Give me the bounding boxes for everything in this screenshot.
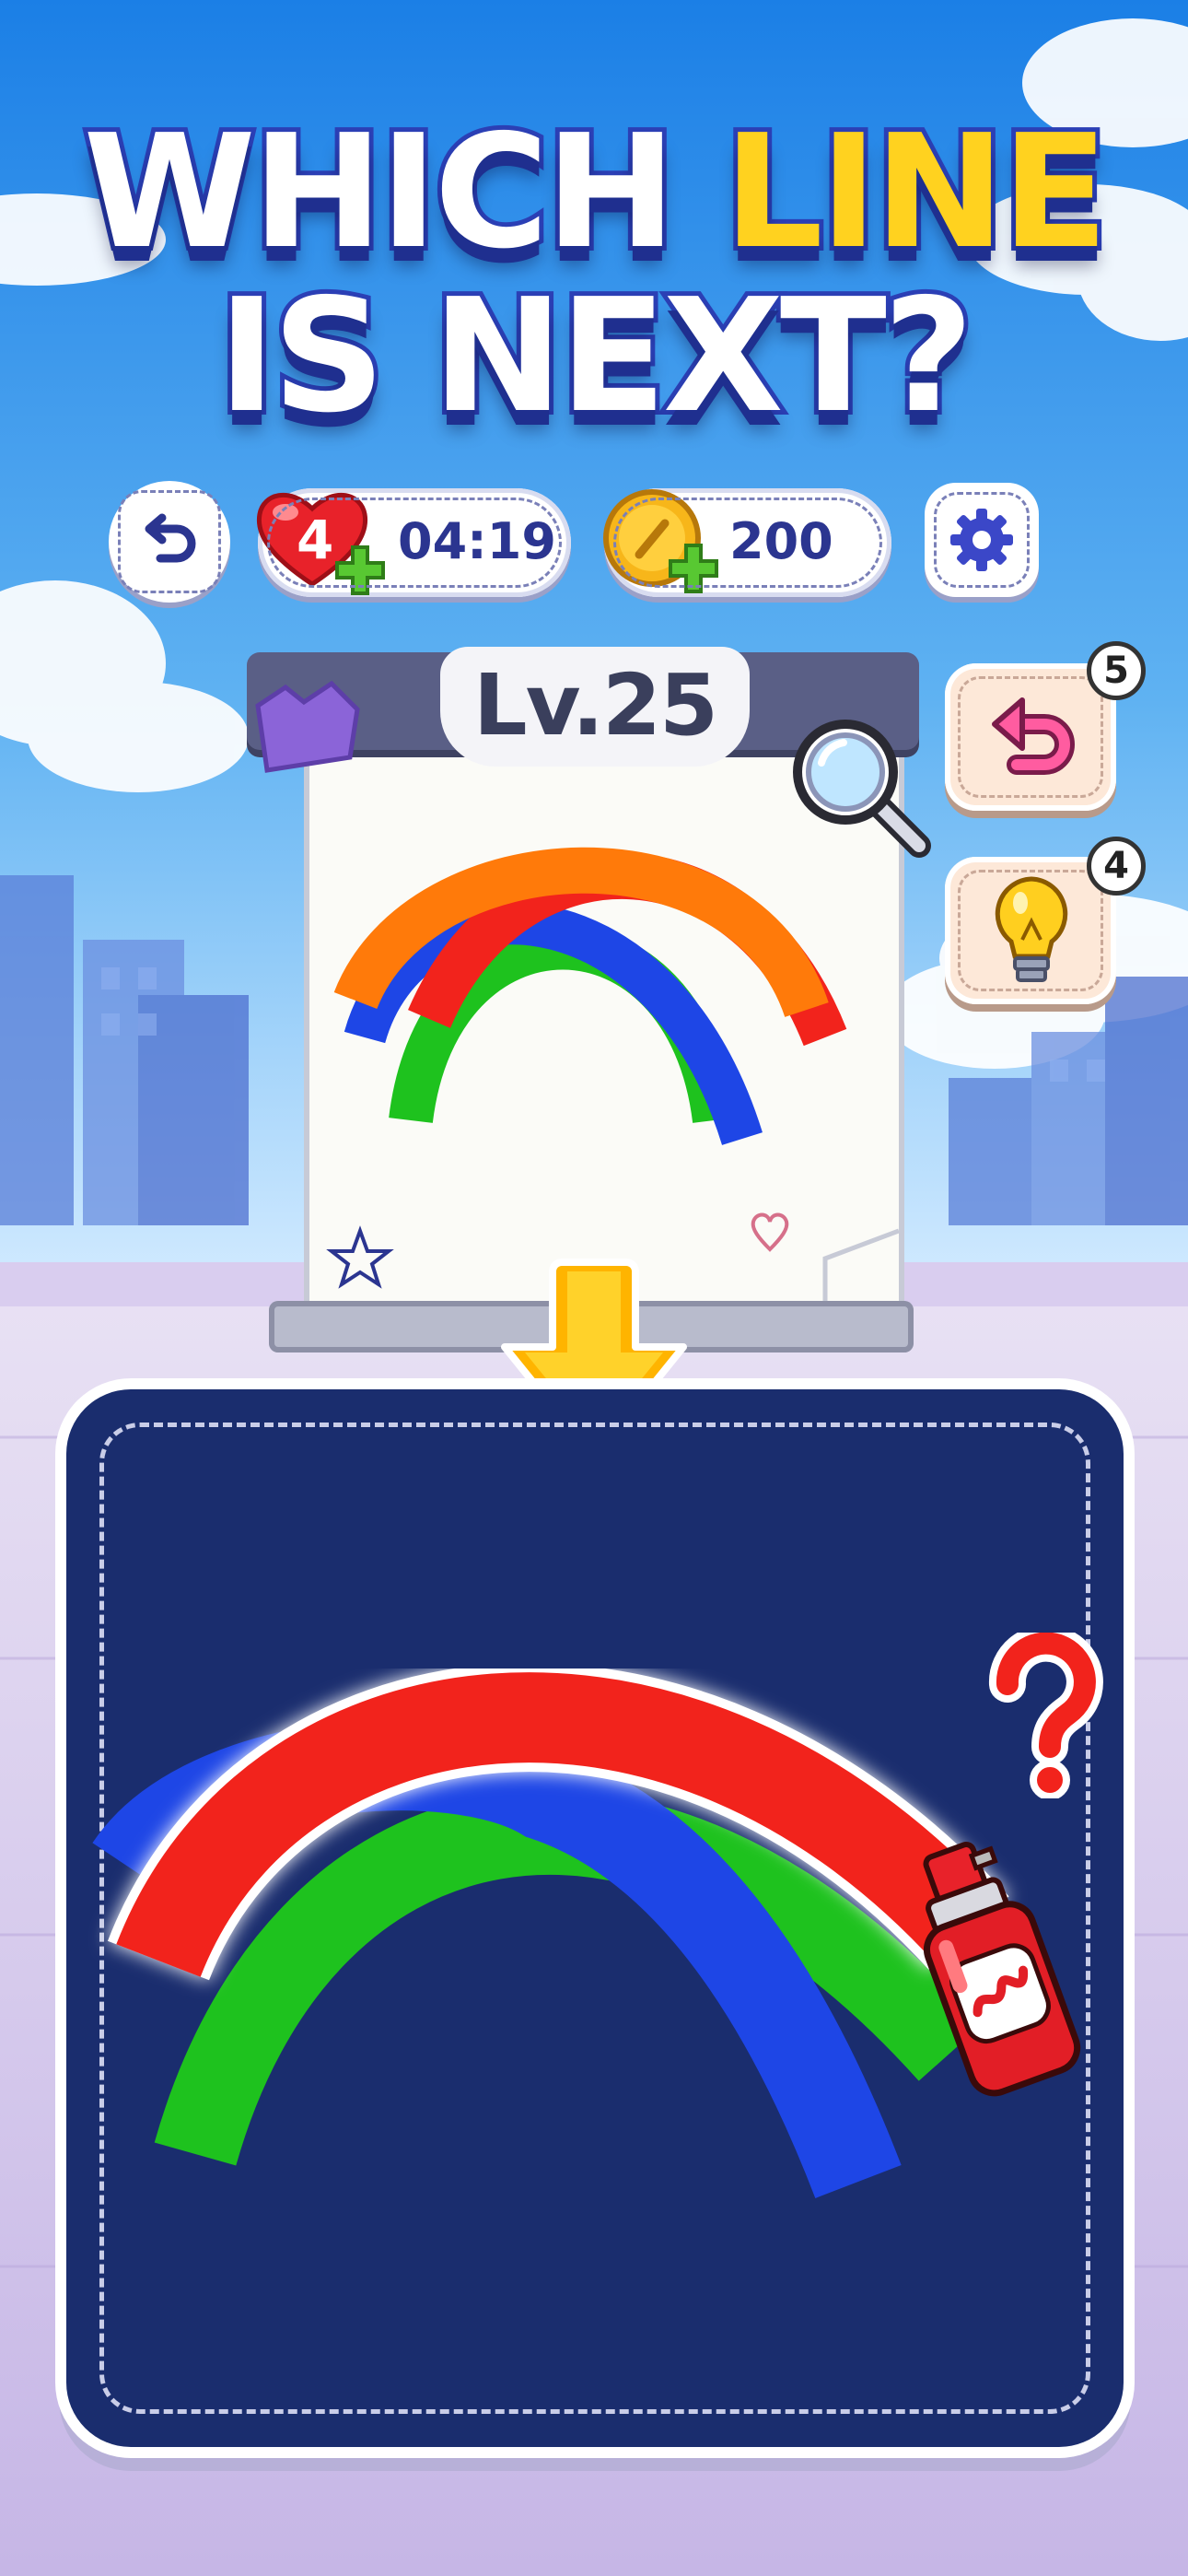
game-title: WHICH LINE IS NEXT?: [0, 106, 1188, 448]
heart-doodle-icon: [751, 1212, 789, 1252]
plus-icon[interactable]: [667, 542, 720, 595]
lightbulb-icon: [995, 876, 1068, 982]
clip-decoration: [255, 680, 360, 773]
undo-icon: [992, 697, 1075, 775]
undo-count-badge: 5: [1087, 641, 1146, 700]
gear-icon: [950, 509, 1013, 571]
lives-count: 4: [297, 509, 334, 571]
back-button[interactable]: [109, 481, 230, 603]
coin-count: 200: [729, 512, 833, 570]
coins-pill[interactable]: 200: [603, 488, 891, 597]
title-word-line: LINE: [719, 101, 1113, 284]
back-icon: [145, 513, 196, 563]
star-icon: [326, 1225, 394, 1289]
settings-button[interactable]: [925, 483, 1039, 597]
plus-icon[interactable]: [333, 544, 387, 597]
hint-count-badge: 4: [1087, 837, 1146, 896]
spray-can-icon[interactable]: [912, 1817, 1114, 2112]
title-line-2: IS NEXT?: [214, 265, 979, 448]
lives-timer-pill[interactable]: 4 04:19: [256, 488, 571, 597]
lives-timer: 04:19: [398, 512, 556, 570]
coin-icon: [603, 489, 701, 587]
heart-icon: [256, 492, 368, 588]
title-word-which: WHICH: [78, 101, 724, 284]
level-label: Lv.25: [472, 656, 718, 755]
magnifier-icon[interactable]: [781, 708, 938, 864]
question-mark-icon: [988, 1633, 1103, 1798]
